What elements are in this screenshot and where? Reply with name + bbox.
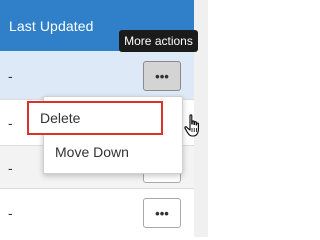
more-actions-button[interactable]: •••	[143, 61, 181, 91]
last-updated-cell: -	[8, 205, 13, 221]
more-horizontal-icon: •••	[155, 68, 169, 84]
table-row[interactable]: - •••	[0, 189, 194, 237]
table-row[interactable]: - •••	[0, 51, 194, 100]
menu-item-move-down[interactable]: Move Down	[44, 135, 182, 168]
more-actions-button[interactable]: •••	[143, 198, 181, 228]
last-updated-cell: -	[8, 160, 13, 176]
column-header-label: Last Updated	[9, 17, 94, 34]
more-horizontal-icon: •••	[155, 205, 169, 221]
hand-pointer-icon	[184, 114, 199, 137]
last-updated-cell: -	[8, 68, 13, 84]
more-actions-tooltip: More actions	[119, 30, 198, 52]
last-updated-cell: -	[8, 115, 13, 131]
menu-item-delete[interactable]: Delete	[27, 101, 163, 135]
